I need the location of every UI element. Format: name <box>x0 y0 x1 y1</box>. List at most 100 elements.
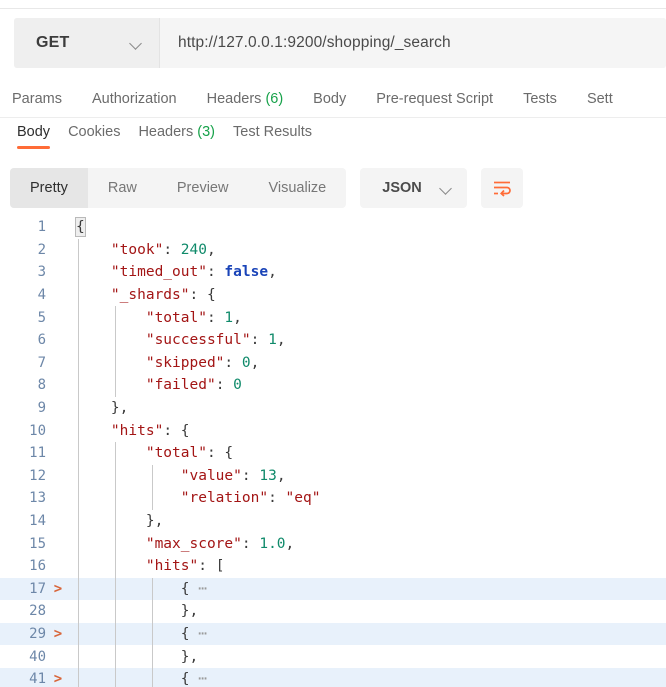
line-number: 14 <box>29 513 46 530</box>
wrap-text-button[interactable] <box>480 168 523 208</box>
request-tab-body[interactable]: Body <box>313 91 346 107</box>
editor-gutter: 4 <box>0 284 76 307</box>
editor-gutter: 1 <box>0 216 76 239</box>
line-number: 9 <box>37 400 46 417</box>
line-number: 12 <box>29 467 46 484</box>
wrap-text-icon <box>493 181 511 197</box>
code-line-text: "skipped": 0, <box>76 354 260 371</box>
chevron-right-fold-icon[interactable]: > <box>46 671 70 687</box>
http-method-select[interactable]: GET <box>14 18 160 68</box>
request-tab-headers[interactable]: Headers (6) <box>207 91 284 107</box>
code-line-text: { ⋯ <box>76 626 207 642</box>
view-mode-group: Pretty Raw Preview Visualize <box>10 168 347 208</box>
code-line: 3 "timed_out": false, <box>0 261 666 284</box>
line-number: 17 <box>29 580 46 597</box>
request-tab-tests[interactable]: Tests <box>523 91 557 107</box>
response-body-editor[interactable]: 1{2 "took": 240, 3 "timed_out": false, 4 "… <box>0 216 666 687</box>
request-url-input[interactable]: http://127.0.0.1:9200/shopping/_search <box>160 18 666 68</box>
code-line: 4 "_shards": { <box>0 283 666 307</box>
response-tab-label: Cookies <box>68 124 121 140</box>
response-tab-headers[interactable]: Headers (3) <box>138 124 215 149</box>
code-token: "successful" <box>145 332 251 349</box>
code-line: 7 "skipped": 0, <box>0 351 666 375</box>
line-number: 29 <box>29 625 46 642</box>
request-tab-params[interactable]: Params <box>12 91 62 107</box>
code-token: : <box>189 287 207 304</box>
editor-gutter: 16 <box>0 555 76 578</box>
code-line: 40 }, <box>0 645 666 668</box>
response-tab-cookies[interactable]: Cookies <box>68 124 120 149</box>
line-number: 11 <box>29 445 46 462</box>
view-mode-preview[interactable]: Preview <box>157 168 249 208</box>
request-tab-pre-request-script[interactable]: Pre-request Script <box>376 91 493 107</box>
view-mode-pretty[interactable]: Pretty <box>10 168 88 208</box>
code-token: 0 <box>241 354 251 371</box>
code-token: : <box>241 467 260 484</box>
http-method-label: GET <box>36 34 70 51</box>
code-line-text: "total": 1, <box>76 310 242 326</box>
editor-gutter: 9 <box>0 397 76 420</box>
view-mode-raw[interactable]: Raw <box>88 168 157 208</box>
request-tab-authorization[interactable]: Authorization <box>92 91 177 107</box>
code-line-text: "timed_out": false, <box>76 264 277 280</box>
request-tab-label: Authorization <box>91 90 177 107</box>
editor-gutter: 40 <box>0 645 76 668</box>
code-token: 240 <box>180 241 207 258</box>
line-number: 10 <box>29 422 46 439</box>
response-tab-body[interactable]: Body <box>17 124 51 149</box>
code-token: : <box>224 354 242 371</box>
request-tab-sett[interactable]: Sett <box>587 91 613 107</box>
code-line: 9 }, <box>0 396 666 420</box>
editor-gutter: 3 <box>0 261 76 284</box>
editor-gutter: 13 <box>0 487 76 510</box>
code-token: { <box>180 422 190 439</box>
code-line-text: }, <box>76 603 198 619</box>
code-line-text: "max_score": 1.0, <box>76 536 294 552</box>
window-top-divider <box>0 8 666 9</box>
code-token: : <box>206 445 225 462</box>
code-token: ⋯ <box>189 625 207 642</box>
code-line-text: "hits": [ <box>76 558 225 574</box>
editor-gutter: 12 <box>0 465 76 488</box>
line-number: 7 <box>37 354 46 371</box>
chevron-right-fold-icon[interactable]: > <box>46 581 70 597</box>
response-tab-test-results[interactable]: Test Results <box>233 124 312 149</box>
code-line: 2 "took": 240, <box>0 238 666 262</box>
code-token: false <box>224 264 269 281</box>
code-token: , <box>233 309 242 326</box>
request-tab-count: (6) <box>261 90 284 107</box>
code-line: 41 > { ⋯ <box>0 667 666 687</box>
code-line: 5 "total": 1, <box>0 306 666 329</box>
code-line-text: { ⋯ <box>76 671 207 687</box>
code-line: 12 "value": 13, <box>0 464 666 488</box>
editor-gutter: 29 > <box>0 623 76 646</box>
code-line-text: { <box>75 217 86 238</box>
response-format-select[interactable]: JSON <box>360 168 467 208</box>
line-number: 28 <box>29 603 46 620</box>
code-line: 6 "successful": 1, <box>0 328 666 352</box>
line-number: 16 <box>29 558 46 575</box>
code-line-text: { ⋯ <box>76 581 207 597</box>
editor-gutter: 17 > <box>0 578 76 601</box>
chevron-right-fold-icon[interactable]: > <box>46 626 70 642</box>
view-mode-visualize[interactable]: Visualize <box>248 168 346 208</box>
code-line-text: }, <box>76 649 198 665</box>
request-tab-label: Body <box>313 90 347 107</box>
code-token: { <box>180 671 190 687</box>
code-line-text: "hits": { <box>76 423 190 439</box>
editor-gutter: 7 <box>0 352 76 375</box>
code-line-text: "_shards": { <box>76 287 216 303</box>
editor-gutter: 8 <box>0 374 76 397</box>
code-token: : <box>250 332 269 349</box>
code-line: 1{ <box>0 216 666 239</box>
